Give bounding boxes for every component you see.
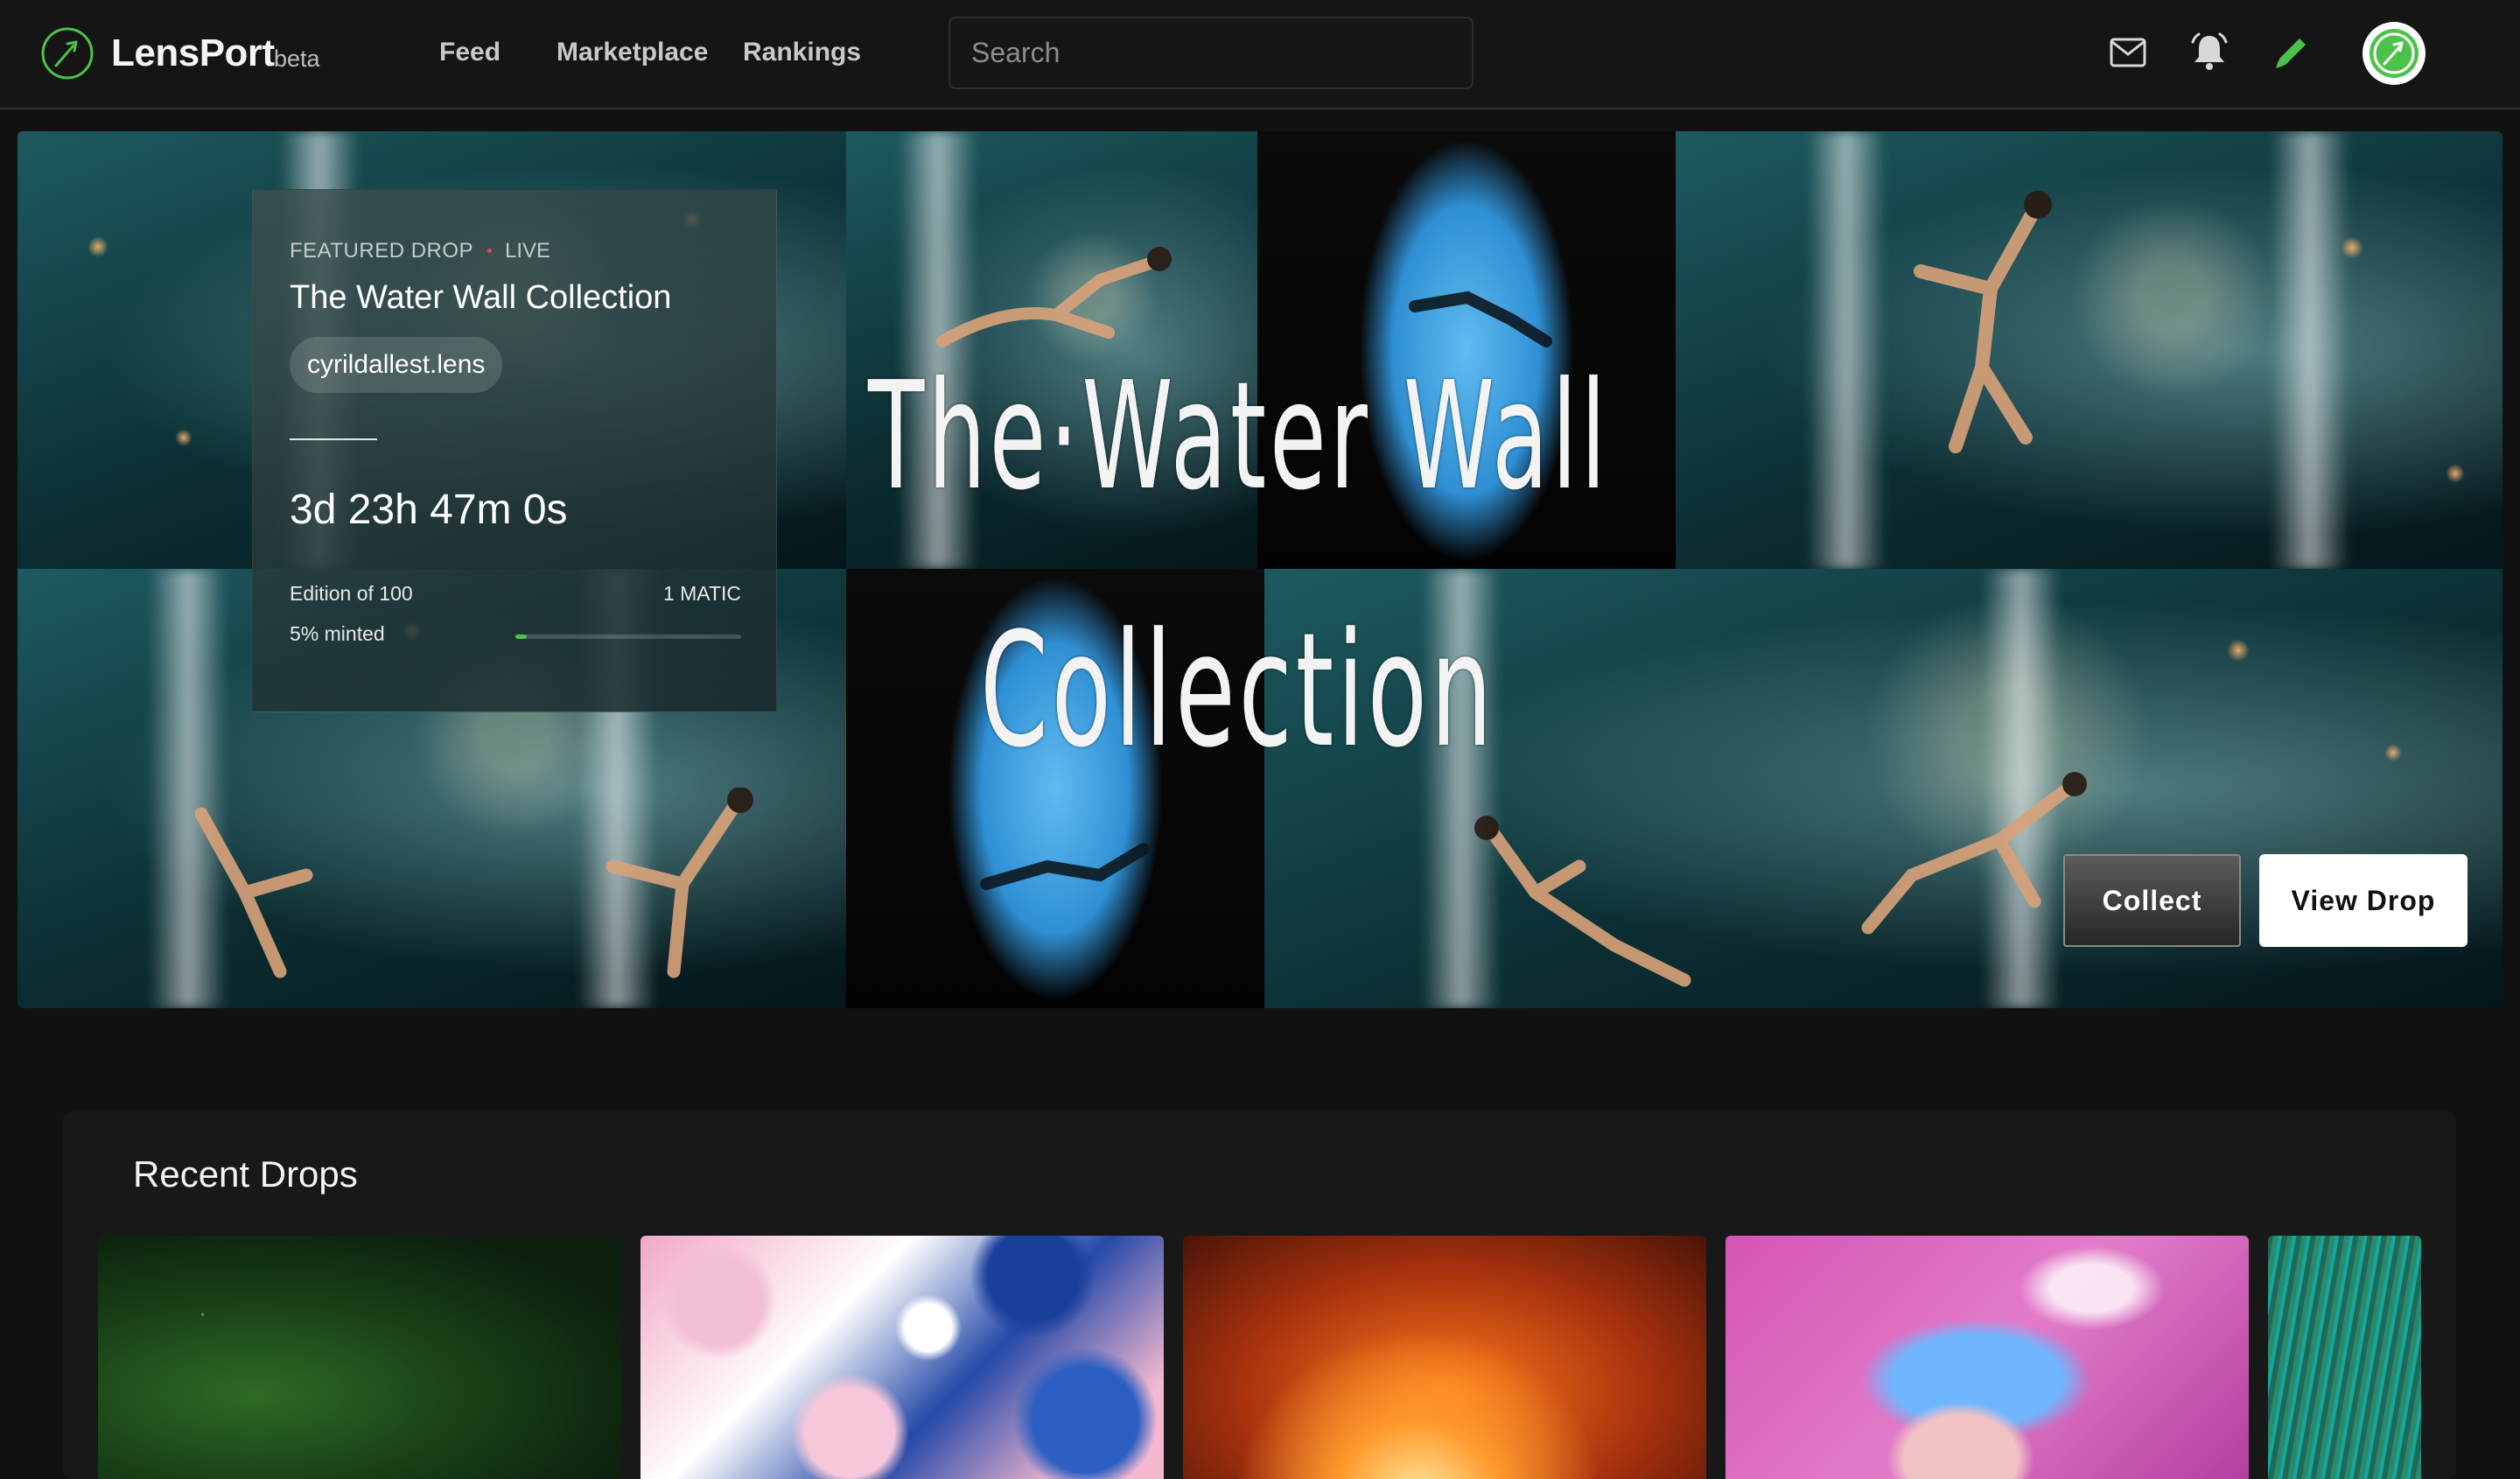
- edition-size: Edition of 100: [290, 582, 413, 605]
- lensport-logo-icon[interactable]: [40, 26, 94, 81]
- hero-artwork-title-line2: Collection: [980, 599, 1496, 782]
- live-status-dot: [487, 249, 492, 253]
- featured-drop-title[interactable]: The Water Wall Collection: [290, 279, 671, 317]
- mint-progress-bar: [515, 634, 741, 639]
- hero-artwork-title-line1: The·Water Wall: [868, 350, 1610, 523]
- pencil-icon[interactable]: [2272, 33, 2311, 72]
- mail-icon[interactable]: [2109, 36, 2147, 69]
- avatar[interactable]: [2362, 22, 2426, 85]
- nav-rankings[interactable]: Rankings: [743, 38, 861, 67]
- brand-name[interactable]: LensPort: [111, 32, 275, 75]
- drop-price: 1 MATIC: [662, 582, 741, 605]
- collect-button[interactable]: Collect: [2063, 854, 2241, 947]
- drop-card-blue-hair-portrait[interactable]: [1726, 1236, 2249, 1479]
- hero-art-tile: [1676, 131, 2502, 569]
- featured-drop-label: FEATURED DROP: [290, 239, 474, 263]
- brand-beta-tag: beta: [274, 46, 320, 72]
- avatar-logo-icon: [2370, 29, 2418, 78]
- drop-card-fire-crowd[interactable]: [1183, 1236, 1706, 1479]
- creator-handle-chip[interactable]: cyrildallest.lens: [290, 337, 503, 393]
- live-status-label: LIVE: [505, 239, 551, 263]
- minted-percentage: 5% minted: [290, 622, 385, 645]
- mint-progress-fill: [515, 634, 527, 639]
- drop-card-pink-blue-fluid[interactable]: [640, 1236, 1164, 1479]
- bell-icon[interactable]: [2191, 32, 2228, 72]
- nav-marketplace[interactable]: Marketplace: [556, 38, 708, 67]
- card-divider: [290, 438, 377, 440]
- countdown-timer: 3d 23h 47m 0s: [290, 487, 568, 533]
- drop-card-green-waves[interactable]: [2268, 1236, 2421, 1479]
- nav-feed[interactable]: Feed: [439, 38, 500, 67]
- top-nav-bar: LensPort beta Feed Marketplace Rankings: [0, 0, 2520, 109]
- recent-drops-section: Recent Drops: [63, 1111, 2456, 1479]
- recent-drops-heading: Recent Drops: [133, 1153, 358, 1195]
- drop-card-aurora[interactable]: [98, 1236, 621, 1479]
- featured-drop-card: FEATURED DROP LIVE The Water Wall Collec…: [252, 189, 777, 712]
- view-drop-button[interactable]: View Drop: [2259, 854, 2468, 947]
- search-input[interactable]: [948, 17, 1474, 89]
